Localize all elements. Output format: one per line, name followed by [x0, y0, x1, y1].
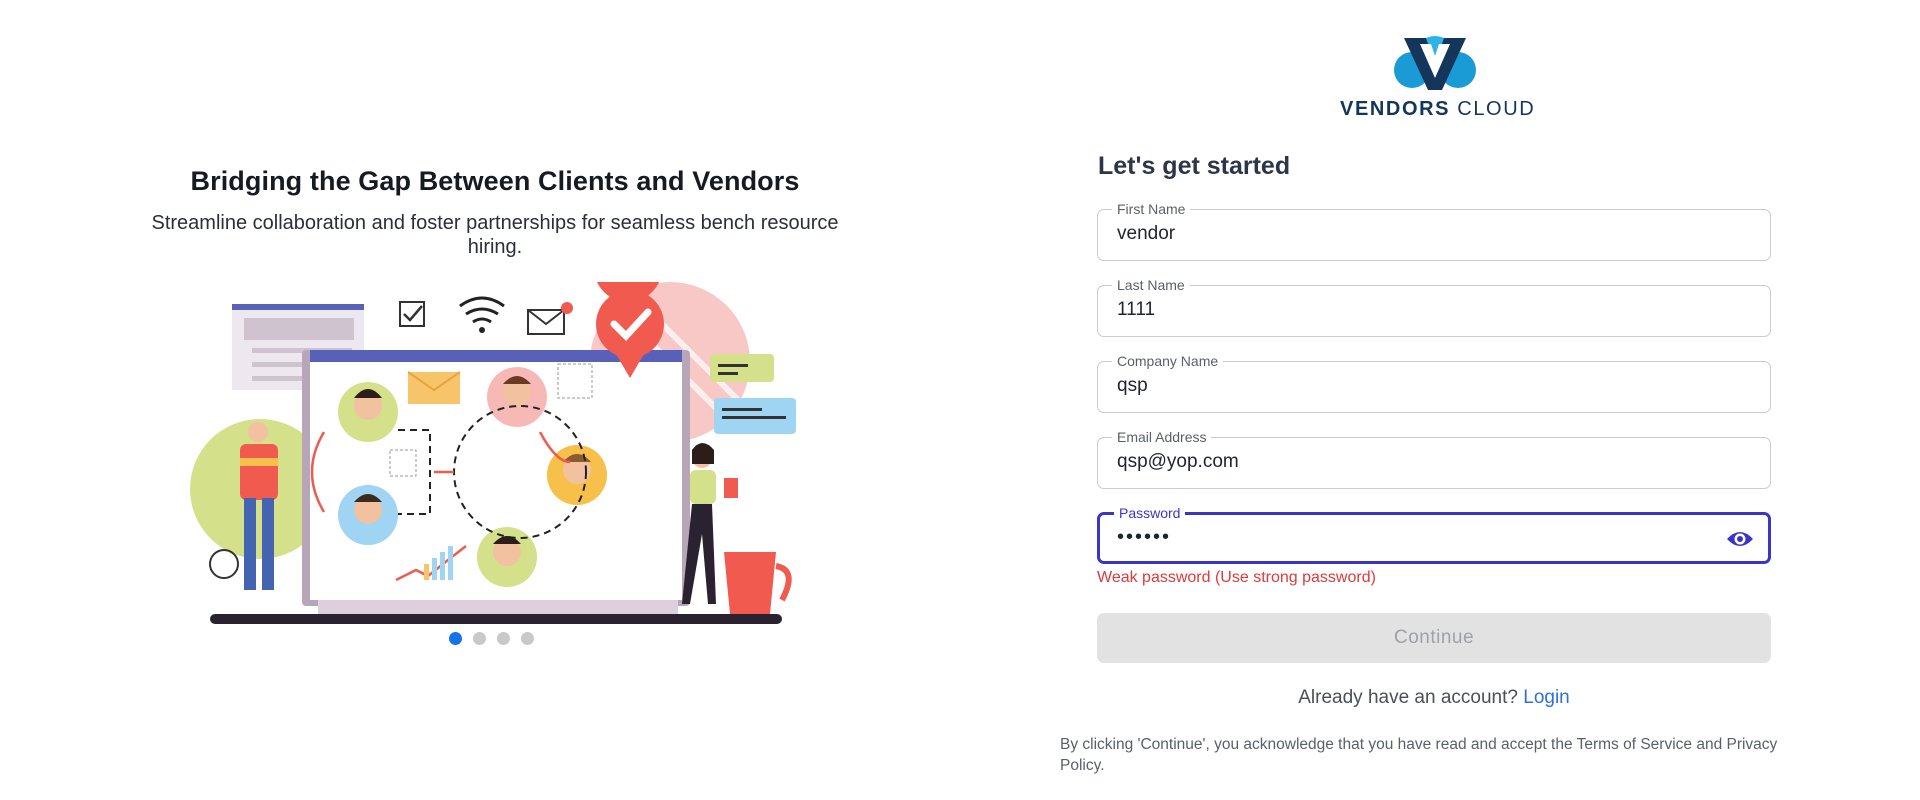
form-title: Let's get started [1098, 152, 1291, 180]
brand-name: VENDORS CLOUD [1340, 98, 1534, 121]
first-name-input[interactable] [1117, 222, 1717, 246]
password-input[interactable]: •••••• [1117, 525, 1717, 549]
company-name-input[interactable] [1117, 374, 1717, 398]
first-name-label: First Name [1112, 201, 1191, 217]
last-name-input[interactable] [1117, 298, 1717, 322]
vendors-cloud-logo-icon [1394, 36, 1476, 90]
carousel-dot-4[interactable] [521, 632, 534, 645]
email-label: Email Address [1112, 429, 1212, 445]
last-name-label: Last Name [1112, 277, 1190, 293]
brand-logo: VENDORS CLOUD [1340, 34, 1534, 121]
collaboration-illustration [190, 282, 796, 624]
carousel-dot-3[interactable] [497, 632, 510, 645]
company-name-label: Company Name [1112, 353, 1224, 369]
legal-notice: By clicking 'Continue', you acknowledge … [1060, 736, 1778, 774]
company-name-field[interactable]: Company Name [1097, 353, 1771, 413]
carousel-dots [449, 632, 534, 645]
carousel-dot-2[interactable] [473, 632, 486, 645]
hero-title: Bridging the Gap Between Clients and Ven… [190, 166, 800, 196]
last-name-field[interactable]: Last Name [1097, 277, 1771, 337]
login-prompt-text: Already have an account? [1298, 687, 1518, 708]
brand-name-bold: VENDORS [1340, 98, 1451, 120]
login-prompt: Already have an account? Login [1097, 687, 1771, 709]
continue-button[interactable]: Continue [1097, 613, 1771, 663]
hero-subtitle: Streamline collaboration and foster part… [151, 212, 839, 258]
hero-panel: Bridging the Gap Between Clients and Ven… [0, 0, 990, 800]
password-field[interactable]: Password •••••• [1097, 505, 1771, 564]
password-error: Weak password (Use strong password) [1097, 569, 1376, 586]
password-label: Password [1114, 505, 1186, 521]
eye-icon[interactable] [1726, 529, 1754, 549]
email-field[interactable]: Email Address [1097, 429, 1771, 489]
brand-name-light: CLOUD [1457, 98, 1536, 120]
email-input[interactable] [1117, 450, 1717, 474]
carousel-dot-1[interactable] [449, 632, 462, 645]
first-name-field[interactable]: First Name [1097, 201, 1771, 261]
login-link[interactable]: Login [1523, 687, 1570, 708]
